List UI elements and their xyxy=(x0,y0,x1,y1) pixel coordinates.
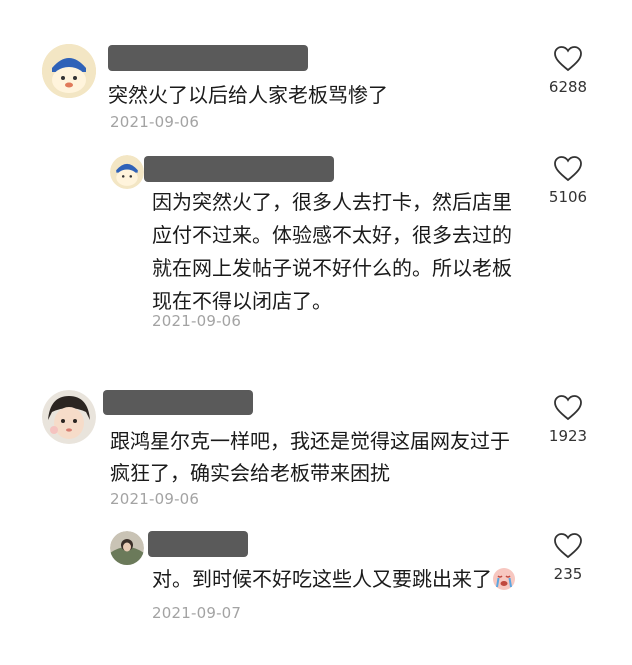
avatar[interactable] xyxy=(110,531,144,565)
like-count: 6288 xyxy=(548,78,588,96)
comment-text: 突然火了以后给人家老板骂惨了 xyxy=(108,83,388,107)
like-count: 5106 xyxy=(548,188,588,206)
like-button[interactable]: 1923 xyxy=(538,395,598,445)
comment-time: 2021-09-06 xyxy=(110,490,200,508)
comment-time: 2021-09-06 xyxy=(110,113,200,131)
username-redacted[interactable] xyxy=(144,156,334,182)
heart-outline-icon xyxy=(554,46,582,72)
comment-text: 对。到时候不好吃这些人又要跳出来了 2021-09-07 xyxy=(152,563,527,629)
comment-time: 2021-09-06 xyxy=(152,312,242,330)
like-count: 1923 xyxy=(548,427,588,445)
like-button[interactable]: 6288 xyxy=(538,46,598,96)
comment-time: 2021-09-07 xyxy=(152,604,242,622)
username-redacted[interactable] xyxy=(103,390,253,415)
avatar[interactable] xyxy=(42,44,96,98)
avatar[interactable] xyxy=(42,390,96,444)
avatar[interactable] xyxy=(110,155,144,189)
like-count: 235 xyxy=(553,565,583,583)
heart-outline-icon xyxy=(554,156,582,182)
comment-text: 因为突然火了，很多人去打卡，然后店里应付不过来。体验感不太好，很多去过的就在网上… xyxy=(152,190,512,313)
comment-text-content: 对。到时候不好吃这些人又要跳出来了 xyxy=(152,567,492,591)
heart-outline-icon xyxy=(554,395,582,421)
like-button[interactable]: 235 xyxy=(538,533,598,583)
username-redacted[interactable] xyxy=(108,45,308,71)
username-redacted[interactable] xyxy=(148,531,248,557)
like-button[interactable]: 5106 xyxy=(538,156,598,206)
crying-face-emoji-icon xyxy=(493,568,515,590)
comment-text: 跟鸿星尔克一样吧，我还是觉得这届网友过于疯狂了，确实会给老板带来困扰 xyxy=(110,429,510,485)
heart-outline-icon xyxy=(554,533,582,559)
